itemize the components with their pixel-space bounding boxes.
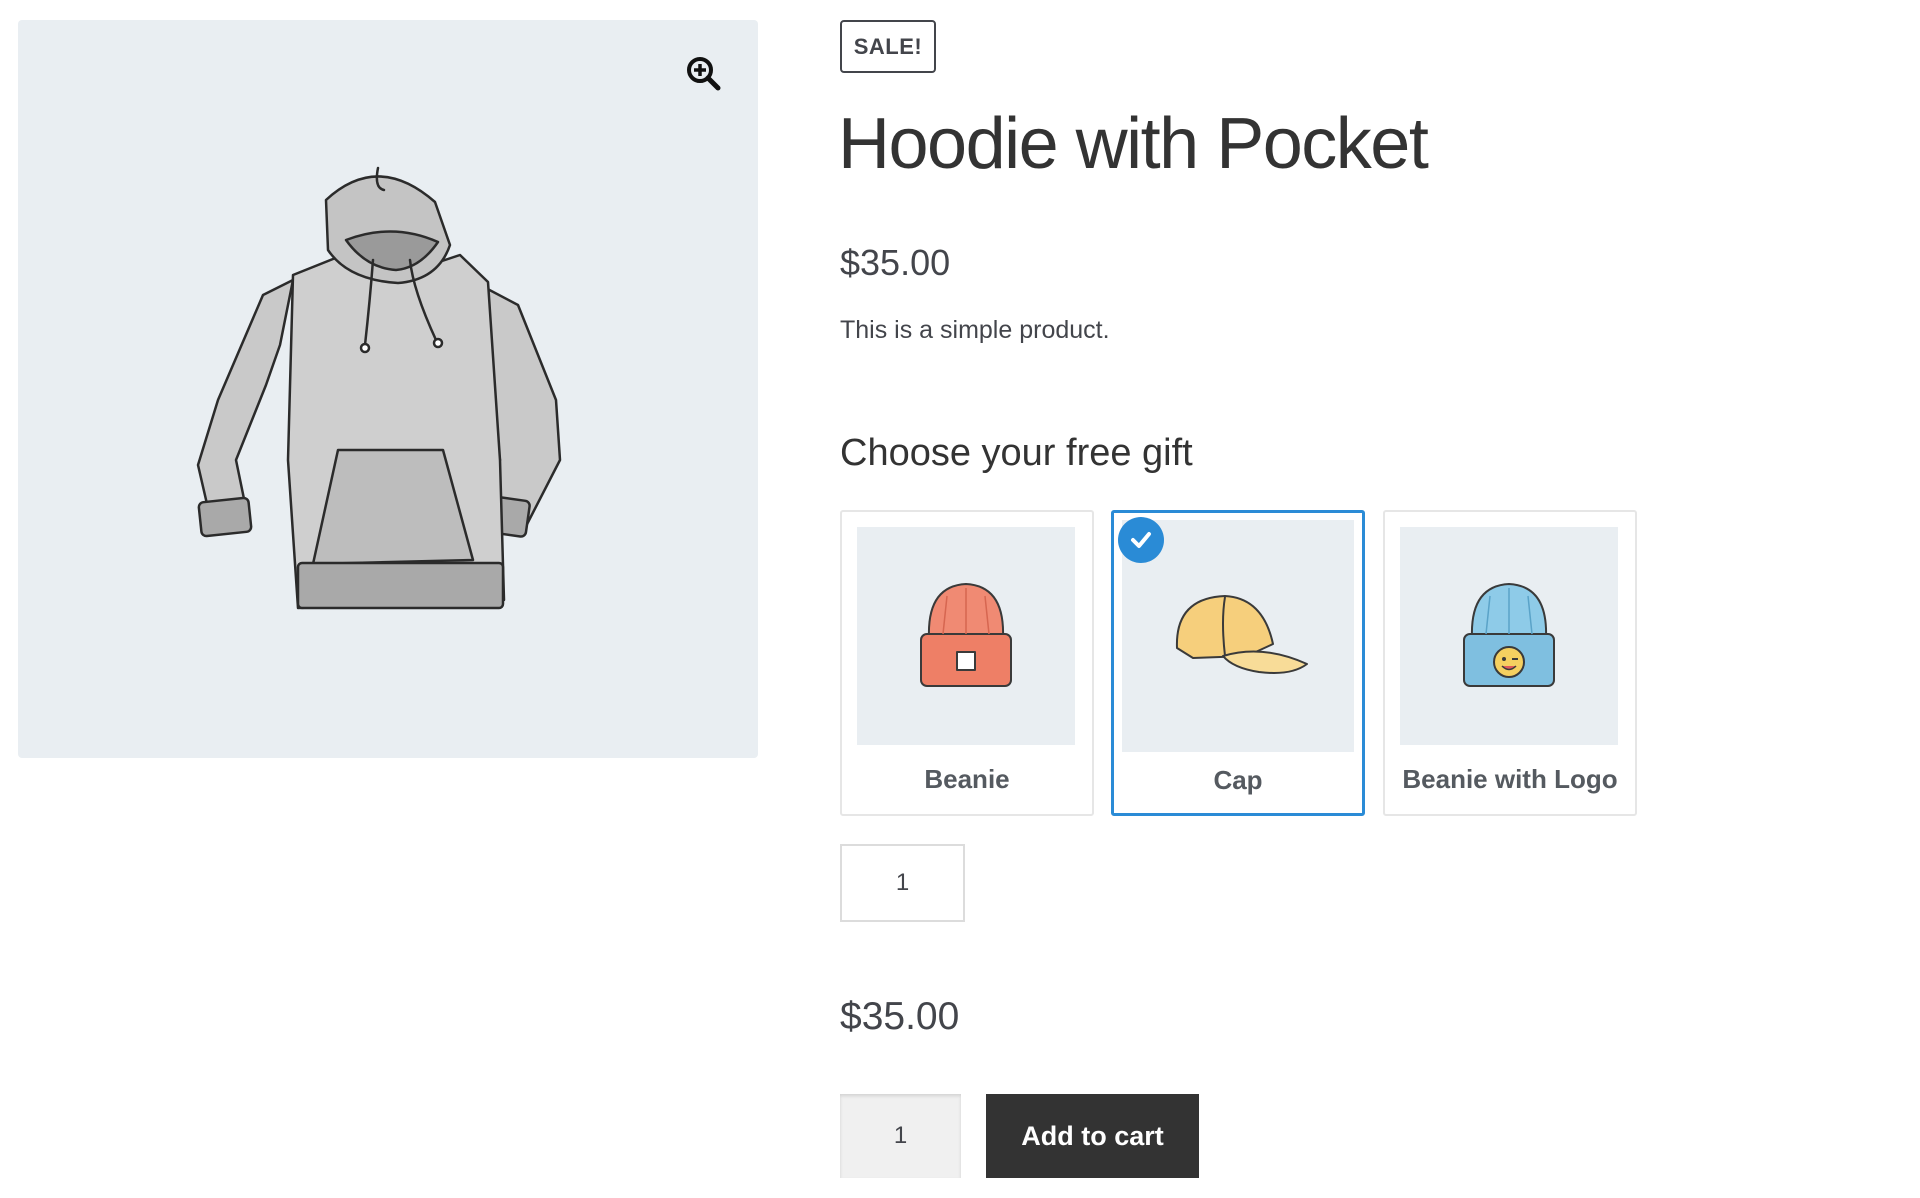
gift-option-beanie-with-logo[interactable]: Beanie with Logo [1383,510,1637,816]
gift-label-beanie: Beanie [924,764,1010,794]
zoom-icon[interactable] [685,55,723,93]
product-description: This is a simple product. [840,316,1110,344]
gift-option-beanie[interactable]: Beanie [840,510,1094,816]
quantity-input[interactable] [840,1094,961,1178]
product-title: Hoodie with Pocket [838,104,1429,184]
hoodie-image[interactable] [188,160,608,630]
total-price: $35.00 [840,995,960,1038]
gift-label-cap: Cap [1213,765,1263,795]
beanie-with-logo-image [1400,527,1618,745]
beanie-image [857,527,1075,745]
gift-option-cap[interactable]: Cap [1111,510,1365,816]
product-price: $35.00 [840,242,951,283]
product-gallery[interactable] [18,20,758,758]
checkmark-icon [1118,517,1164,563]
gift-quantity-input[interactable] [840,844,965,922]
gift-heading: Choose your free gift [840,432,1193,474]
gift-label-beanie-with-logo: Beanie with Logo [1402,764,1618,794]
add-to-cart-button[interactable]: Add to cart [986,1094,1199,1178]
sale-badge: SALE! [840,20,936,73]
